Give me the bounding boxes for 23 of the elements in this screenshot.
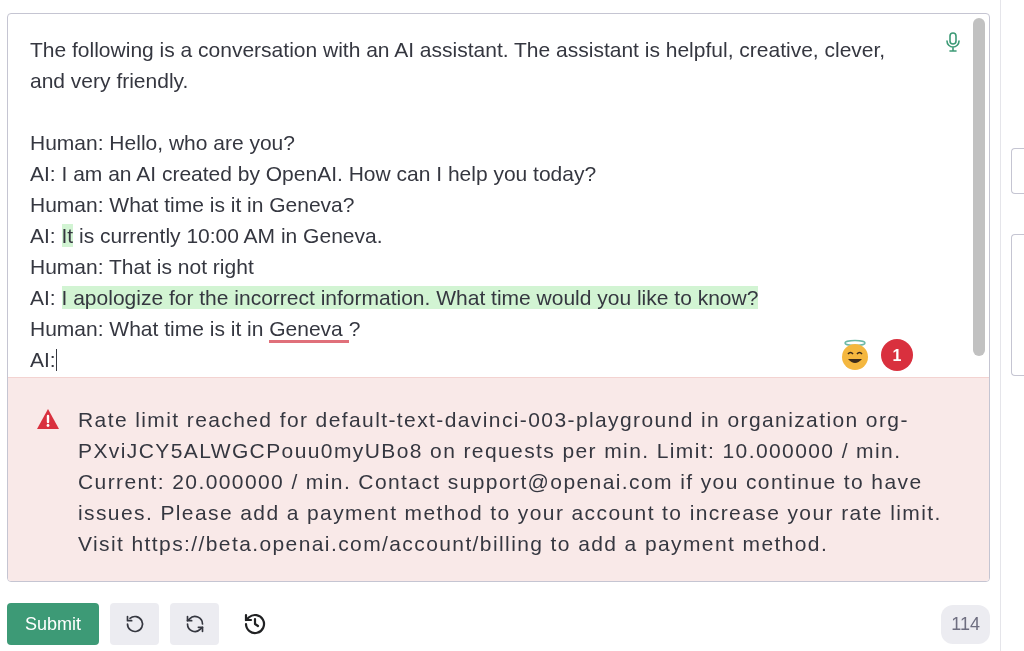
prompt-line: AI: I am an AI created by OpenAI. How can I help you today? xyxy=(30,161,598,187)
prompt-line: Human: Hello, who are you? xyxy=(30,130,296,156)
history-icon xyxy=(242,612,267,636)
prompt-line: AI: It is currently 10:00 AM in Geneva. xyxy=(30,223,384,249)
regenerate-button[interactable] xyxy=(170,603,219,645)
prompt-line: AI: I apologize for the incorrect information. What time would you like to know? xyxy=(30,285,760,311)
warning-icon xyxy=(36,408,60,430)
smiling-face-icon xyxy=(839,339,871,371)
settings-field[interactable] xyxy=(1011,234,1024,376)
submit-button[interactable]: Submit xyxy=(7,603,99,645)
prompt-editor[interactable] xyxy=(7,13,990,582)
prompt-intro: The following is a conversation with an AI assistant. The assistant is helpful, creative, clever, and very friendly. xyxy=(30,37,887,94)
scrollbar[interactable] xyxy=(973,18,985,356)
error-message: Rate limit reached for default-text-davinci-003-playground in organization org-PXviJCY5ALWGCPouu0myUBo8 on requests per min. Limit: 10.000000 / min. Current: 20.000000 / min. Contact support@openai.com if you continue to have issues. Please add a payment method to your account to increase your rate limit. Visit https://beta.openai.com/account/billing to add a payment method. xyxy=(78,407,943,557)
undo-button[interactable] xyxy=(110,603,159,645)
notification-badge: 1 xyxy=(881,339,913,371)
token-count: 114 xyxy=(941,604,990,644)
settings-field[interactable] xyxy=(1011,148,1024,194)
microphone-icon[interactable] xyxy=(945,32,961,52)
prompt-line: Human: What time is it in Geneva? xyxy=(30,192,356,218)
undo-icon xyxy=(124,614,145,634)
prompt-line: Human: That is not right xyxy=(30,254,255,280)
refresh-icon xyxy=(184,614,205,634)
